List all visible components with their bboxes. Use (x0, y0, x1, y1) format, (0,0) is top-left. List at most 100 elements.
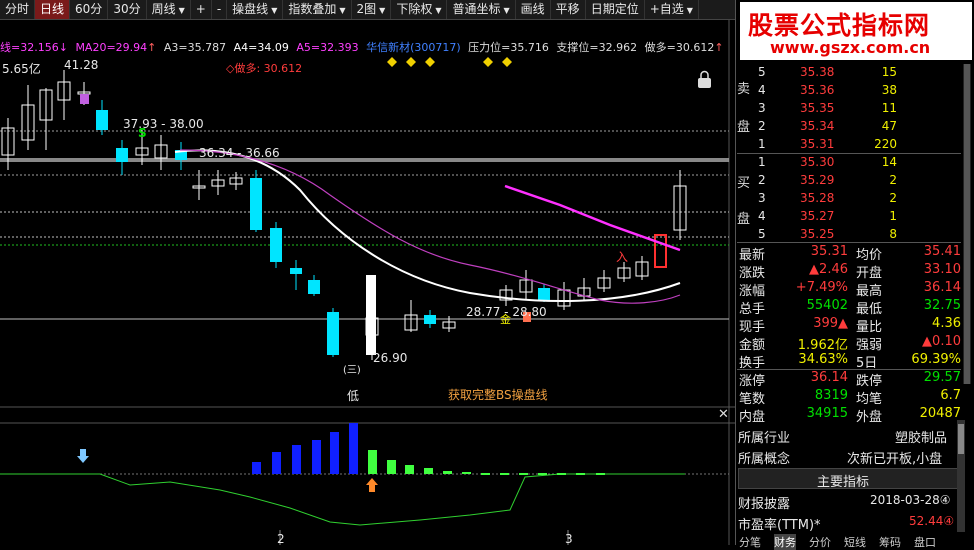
logo-url: www.gszx.com.cn (770, 38, 931, 57)
stat-value: 69.39% (911, 352, 961, 367)
orderbook-row[interactable]: 2 35.34 47 (755, 118, 955, 136)
index-overlay-menu[interactable]: 指数叠加 ▼ (283, 0, 352, 19)
tab-intraday[interactable]: 分时 (0, 0, 36, 19)
candle (327, 312, 339, 355)
chevron-down-icon: ▼ (686, 6, 693, 15)
pe-value: 52.44④ (909, 514, 955, 528)
legend-ma-base: 线=32.156 (0, 41, 59, 54)
chevron-down-icon: ▼ (503, 6, 510, 15)
stat-value: 36.14 (810, 370, 848, 385)
tab-weekly[interactable]: 周线 ▼ (147, 0, 191, 19)
tab-60min[interactable]: 60分 (70, 0, 109, 19)
level-price: 35.29 (800, 173, 835, 187)
level-volume: 2 (889, 173, 897, 187)
tab-3[interactable]: 短线 (844, 534, 866, 550)
signal-marker (80, 94, 89, 104)
orderbook-row[interactable]: 5 35.38 15 (755, 64, 955, 82)
indicator-bar (538, 473, 547, 475)
stat-value: 36.14 (923, 280, 961, 295)
stat-value: 35.41 (923, 244, 961, 259)
scrollbar-thumb[interactable] (958, 424, 964, 454)
ex-rights-label: 下除权 (396, 2, 433, 16)
indicator-bar (405, 465, 414, 474)
zoom-out-button[interactable]: - (212, 0, 228, 19)
stat-value: +7.49% (795, 280, 848, 295)
industry-label: 所属行业 (738, 431, 791, 446)
bottom-tabs: 分笔 财务 分价 短线 筹码 盘口 (735, 534, 974, 550)
stat-label: 涨停 (739, 374, 766, 389)
pan-button[interactable]: 平移 (551, 0, 586, 19)
level-price: 35.36 (800, 83, 835, 97)
orderbook-row[interactable]: 4 35.36 38 (755, 82, 955, 100)
stat-label: 内盘 (739, 410, 766, 425)
info-scrollbar[interactable] (957, 420, 965, 532)
operation-line-menu[interactable]: 操盘线 ▼ (227, 0, 284, 19)
ex-rights-menu[interactable]: 下除权 ▼ (391, 0, 448, 19)
legend-a4: A4=34.09 (233, 41, 289, 54)
level-volume: 2 (889, 191, 897, 205)
orderbook-row[interactable]: 1 35.31 220 (755, 136, 955, 154)
watchlist-label: +自选 (649, 2, 684, 16)
get-bs-link[interactable]: 获取完整BS操盘线 (448, 386, 548, 403)
indicator-bar (519, 473, 528, 475)
level-price: 35.35 (800, 101, 835, 115)
indicator-bar (424, 468, 433, 474)
weekly-label: 周线 (151, 2, 176, 16)
coordinate-menu[interactable]: 普通坐标 ▼ (447, 0, 516, 19)
level-volume: 47 (881, 119, 897, 133)
level-price: 35.27 (800, 209, 835, 223)
level-num: 5 (758, 227, 766, 241)
lock-icon[interactable] (698, 70, 711, 89)
report-date: 2018-03-28④ (870, 493, 951, 507)
tab-daily[interactable]: 日线 (35, 0, 71, 19)
stat-label: 最新 (739, 248, 766, 263)
stats-divider (737, 369, 961, 370)
indicator-bar (330, 432, 339, 474)
zoom-in-button[interactable]: + (191, 0, 212, 19)
candle (290, 268, 302, 274)
tab-30min[interactable]: 30分 (108, 0, 147, 19)
draw-line-button[interactable]: 画线 (516, 0, 551, 19)
stat-value: 399▲ (813, 316, 848, 331)
orderbook-row[interactable]: 3 35.35 11 (755, 100, 955, 118)
level-num: 1 (758, 155, 766, 169)
tab-4[interactable]: 筹码 (879, 534, 901, 550)
level-price: 35.28 (800, 191, 835, 205)
kline-chart[interactable]: ✕ (0, 0, 735, 545)
orderbook-row[interactable]: 1 35.30 14 (755, 154, 955, 172)
stat-value: 34915 (806, 406, 848, 421)
stat-value: 1.962亿 (797, 338, 848, 353)
indicator-bar (557, 473, 566, 475)
tab-5[interactable]: 盘口 (914, 534, 936, 550)
indicator-bars (252, 423, 605, 475)
range-label-2: 36.34 - 36.66 (199, 146, 280, 160)
close-icon[interactable]: ✕ (718, 407, 729, 422)
stat-label: 最高 (856, 284, 883, 299)
stat-value: 4.36 (932, 316, 961, 331)
tab-2[interactable]: 分价 (809, 534, 831, 550)
date-locate-button[interactable]: 日期定位 (586, 0, 645, 19)
stat-value: 55402 (806, 298, 848, 313)
quote-scrollbar-thumb[interactable] (964, 64, 970, 384)
legend-stock: 华信新材(300717) (366, 41, 461, 54)
two-chart-label: 2图 (356, 2, 377, 16)
tab-1[interactable]: 财务 (774, 534, 796, 550)
candle (116, 148, 128, 162)
candle (270, 228, 282, 262)
two-chart-menu[interactable]: 2图 ▼ (352, 0, 392, 19)
indicator-bar (481, 473, 490, 475)
main-index-button[interactable]: 主要指标 (738, 468, 958, 490)
stat-value: 8319 (814, 388, 848, 403)
stat-value: ▲2.46 (809, 262, 848, 277)
quote-scrollbar[interactable] (963, 64, 971, 384)
circle-tag: (三) (343, 365, 361, 376)
high-price-label: 41.28 (64, 58, 99, 72)
orderbook-row[interactable]: 2 35.29 2 (755, 172, 955, 190)
watchlist-menu[interactable]: +自选 ▼ (645, 0, 699, 19)
tab-0[interactable]: 分笔 (739, 534, 761, 550)
orderbook-row[interactable]: 3 35.28 2 (755, 190, 955, 208)
stat-label: 总手 (739, 302, 766, 317)
level-num: 3 (758, 191, 766, 205)
indicator-legend: 线=32.156↓ MA20=29.94↑ A3=35.787 A4=34.09… (0, 39, 728, 54)
orderbook-row[interactable]: 4 35.27 1 (755, 208, 955, 226)
